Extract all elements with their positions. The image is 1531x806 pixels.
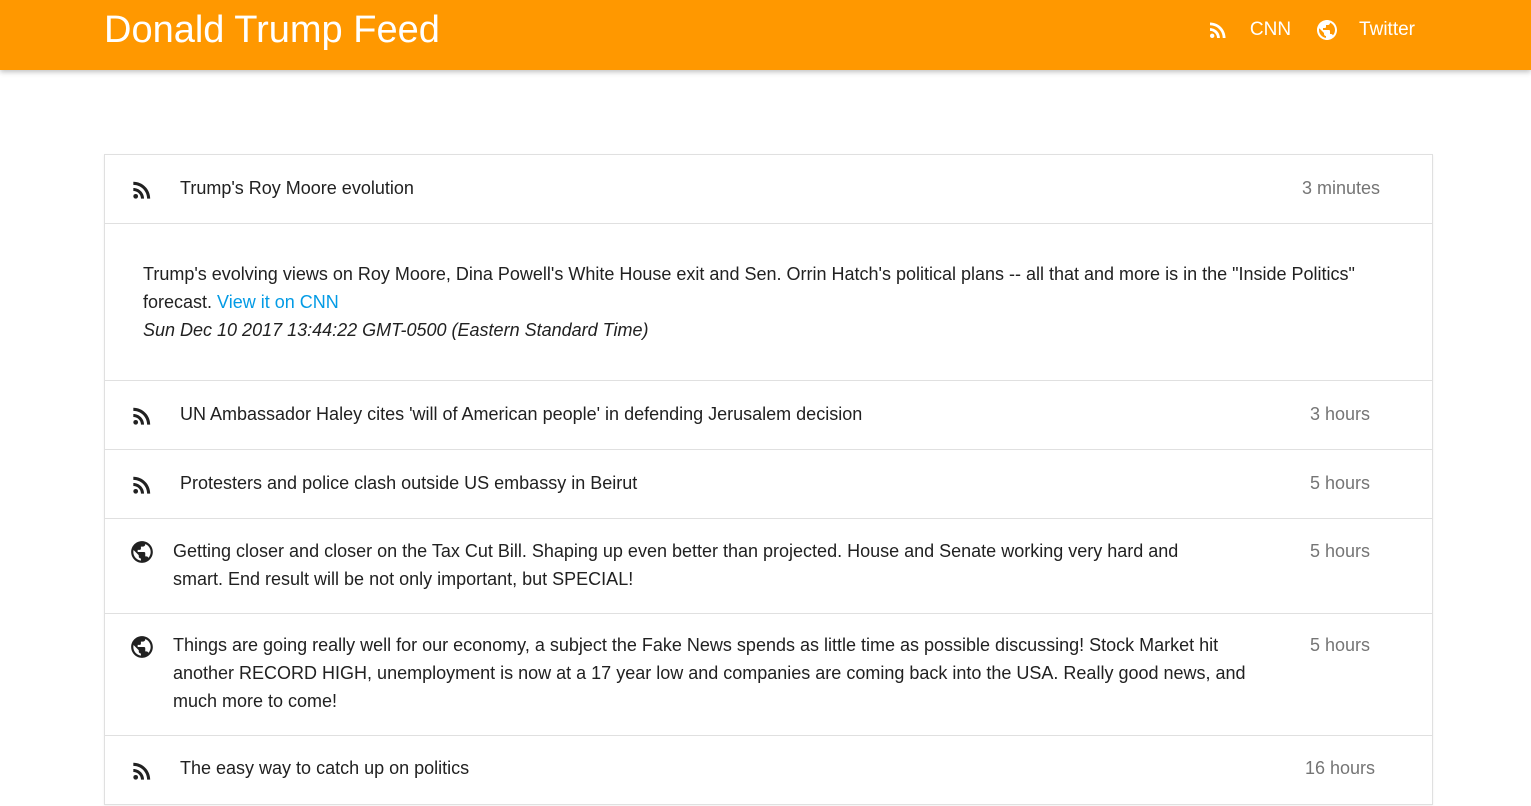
feed-item-header[interactable]: Things are going really well for our eco… <box>105 614 1432 735</box>
view-on-cnn-link[interactable]: View it on CNN <box>217 292 339 312</box>
app-title[interactable]: Donald Trump Feed <box>104 8 440 52</box>
rss-icon <box>129 758 155 784</box>
rss-icon <box>129 403 155 429</box>
feed-item-title: UN Ambassador Haley cites 'will of Ameri… <box>180 404 863 424</box>
feed-item[interactable]: Trump's Roy Moore evolution 3 minutes Tr… <box>105 155 1432 381</box>
feed-item[interactable]: Protesters and police clash outside US e… <box>105 450 1432 519</box>
top-navbar: Donald Trump Feed CNN Twitter <box>0 0 1531 70</box>
nav-link-label: Twitter <box>1359 19 1415 40</box>
globe-icon <box>129 539 155 565</box>
feed-item[interactable]: Getting closer and closer on the Tax Cut… <box>105 519 1432 614</box>
feed-list: Trump's Roy Moore evolution 3 minutes Tr… <box>104 154 1433 805</box>
nav-link-label: CNN <box>1249 19 1292 40</box>
feed-item-title: Things are going really well for our eco… <box>173 635 1246 711</box>
feed-item-time: 5 hours <box>1309 635 1370 655</box>
rss-icon <box>129 472 155 498</box>
globe-icon <box>1315 18 1339 42</box>
nav-link-cnn[interactable]: CNN <box>1206 18 1291 42</box>
feed-item-time: 5 hours <box>1309 541 1370 561</box>
feed-item[interactable]: UN Ambassador Haley cites 'will of Ameri… <box>105 381 1432 450</box>
feed-item-date: Sun Dec 10 2017 13:44:22 GMT-0500 (Easte… <box>143 320 649 340</box>
rss-icon <box>129 177 155 203</box>
feed-item-header[interactable]: The easy way to catch up on politics 16 … <box>105 736 1432 804</box>
feed-item-header[interactable]: Getting closer and closer on the Tax Cut… <box>105 519 1432 613</box>
nav-link-twitter[interactable]: Twitter <box>1315 18 1415 42</box>
feed-item[interactable]: The easy way to catch up on politics 16 … <box>105 736 1432 805</box>
feed-item-title: Trump's Roy Moore evolution <box>180 178 414 198</box>
feed-item-header[interactable]: Trump's Roy Moore evolution 3 minutes <box>105 155 1432 223</box>
rss-icon <box>1206 18 1230 42</box>
feed-item-title: Getting closer and closer on the Tax Cut… <box>173 541 1179 589</box>
nav-links: CNN Twitter <box>1182 16 1415 44</box>
feed-item-header[interactable]: Protesters and police clash outside US e… <box>105 450 1432 518</box>
feed-item-time: 5 hours <box>1309 473 1370 493</box>
feed-item[interactable]: Things are going really well for our eco… <box>105 614 1432 736</box>
feed-item-body: Trump's evolving views on Roy Moore, Din… <box>105 223 1432 380</box>
globe-icon <box>129 634 155 660</box>
feed-item-title: The easy way to catch up on politics <box>180 758 470 778</box>
feed-item-time: 16 hours <box>1304 758 1375 778</box>
feed-item-header[interactable]: UN Ambassador Haley cites 'will of Ameri… <box>105 381 1432 449</box>
feed-item-title: Protesters and police clash outside US e… <box>180 473 638 493</box>
feed-item-time: 3 minutes <box>1301 178 1380 198</box>
feed-item-time: 3 hours <box>1309 404 1370 424</box>
